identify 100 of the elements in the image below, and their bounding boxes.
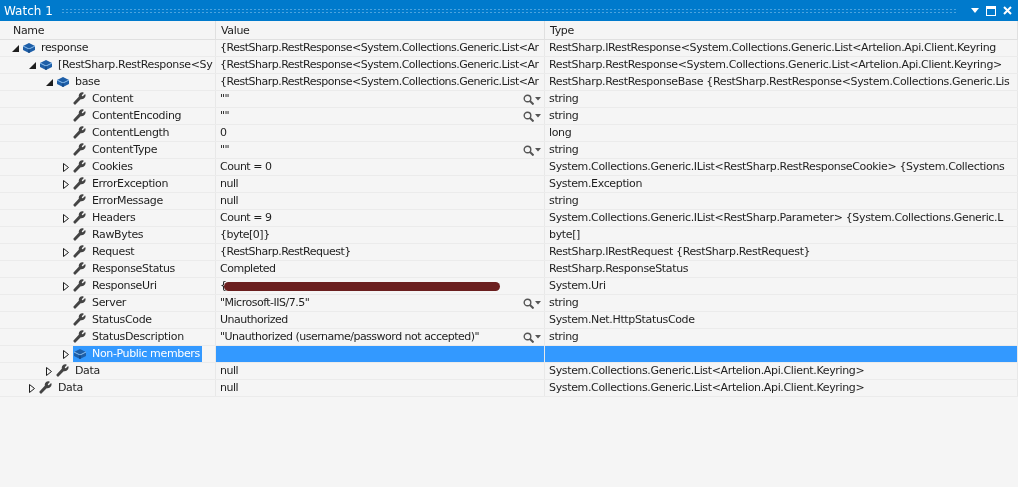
- wrench-icon: [73, 125, 89, 141]
- watch-row[interactable]: RawBytes {byte[0]} byte[]: [0, 227, 1018, 244]
- wrench-icon: [73, 91, 89, 107]
- variable-value: Completed: [220, 261, 276, 277]
- variable-type: long: [549, 125, 572, 141]
- variable-name: Cookies: [92, 159, 133, 175]
- column-header[interactable]: Type: [545, 21, 1018, 40]
- watch-row[interactable]: Request {RestSharp.RestRequest} RestSharp.IRestRequest {RestSharp.RestRequest}: [0, 244, 1018, 261]
- cube-icon: [56, 74, 72, 90]
- cube-icon: [39, 57, 55, 73]
- variable-value: "": [220, 91, 230, 107]
- wrench-icon: [73, 278, 89, 294]
- variable-name: RawBytes: [92, 227, 144, 243]
- search-icon: [523, 110, 534, 122]
- variable-name: Request: [92, 244, 135, 260]
- column-header[interactable]: Value: [216, 21, 545, 40]
- variable-name: StatusDescription: [92, 329, 184, 345]
- window-title: Watch 1: [4, 2, 53, 20]
- watch-row[interactable]: base {RestSharp.RestResponse<System.Collections.Generic.List<Ar RestSharp.RestResponseBase {RestSharp.RestResponse<System.Collections.Generic.Lis: [0, 74, 1018, 91]
- search-icon: [523, 93, 534, 105]
- variable-name: Data: [75, 363, 100, 379]
- wrench-icon: [73, 261, 89, 277]
- variable-type: System.Collections.Generic.List<Artelion.Api.Client.Keyring>: [549, 380, 865, 396]
- variable-name: ContentLength: [92, 125, 170, 141]
- variable-type: System.Collections.Generic.IList<RestSharp.RestResponseCookie> {System.Collections: [549, 159, 1005, 175]
- visualizer-button[interactable]: [523, 93, 541, 105]
- watch-row[interactable]: Data null System.Collections.Generic.List<Artelion.Api.Client.Keyring>: [0, 363, 1018, 380]
- wrench-icon: [39, 380, 55, 396]
- variable-name: response: [41, 40, 89, 56]
- watch-row[interactable]: StatusCode Unauthorized System.Net.HttpStatusCode: [0, 312, 1018, 329]
- wrench-icon: [73, 210, 89, 226]
- variable-type: string: [549, 329, 579, 345]
- watch-row[interactable]: ErrorMessage null string: [0, 193, 1018, 210]
- variable-value: "Unauthorized (username/password not accepted)": [220, 329, 480, 345]
- caret-icon: [535, 114, 541, 118]
- watch-row[interactable]: Cookies Count = 0 System.Collections.Generic.IList<RestSharp.RestResponseCookie> {System.Collections: [0, 159, 1018, 176]
- close-icon: [1002, 6, 1012, 15]
- wrench-icon: [73, 227, 89, 243]
- column-header[interactable]: Name: [0, 21, 216, 40]
- watch-row[interactable]: [RestSharp.RestResponse<Sy {RestSharp.RestResponse<System.Collections.Generic.List<Ar RestSharp.RestResponse<System.Collections.Generic.List<Artelion.Api.Client.Keyring>: [0, 57, 1018, 74]
- variable-type: System.Collections.Generic.List<Artelion.Api.Client.Keyring>: [549, 363, 865, 379]
- variable-name: ContentType: [92, 142, 158, 158]
- wrench-icon: [73, 329, 89, 345]
- watch-row[interactable]: ResponseUri { System.Uri: [0, 278, 1018, 295]
- variable-name: ContentEncoding: [92, 108, 182, 124]
- variable-type: System.Net.HttpStatusCode: [549, 312, 695, 328]
- variable-type: RestSharp.ResponseStatus: [549, 261, 689, 277]
- variable-name: Content: [92, 91, 134, 107]
- wrench-icon: [73, 159, 89, 175]
- caret-icon: [535, 97, 541, 101]
- variable-value: {: [220, 278, 227, 294]
- cube-icon: [73, 346, 89, 362]
- variable-type: string: [549, 193, 579, 209]
- variable-type: RestSharp.IRestRequest {RestSharp.RestRequest}: [549, 244, 811, 260]
- variable-value: Count = 0: [220, 159, 272, 175]
- variable-type: string: [549, 295, 579, 311]
- variable-value: {byte[0]}: [220, 227, 270, 243]
- visualizer-button[interactable]: [523, 110, 541, 122]
- variable-name: ErrorMessage: [92, 193, 163, 209]
- variable-name: [RestSharp.RestResponse<Sy: [58, 57, 213, 73]
- variable-value: "": [220, 142, 230, 158]
- wrench-icon: [56, 363, 72, 379]
- wrench-icon: [73, 193, 89, 209]
- variable-value: {RestSharp.RestResponse<System.Collections.Generic.List<Ar: [220, 40, 539, 56]
- watch-row[interactable]: ErrorException null System.Exception: [0, 176, 1018, 193]
- watch-row[interactable]: response {RestSharp.RestResponse<System.Collections.Generic.List<Ar RestSharp.IRestResponse<System.Collections.Generic.List<Artelion.Api.Client.Keyring: [0, 40, 1018, 57]
- variable-value: "Microsoft-IIS/7.5": [220, 295, 310, 311]
- visualizer-button[interactable]: [523, 144, 541, 156]
- variable-value: {RestSharp.RestResponse<System.Collections.Generic.List<Ar: [220, 57, 539, 73]
- watch-row[interactable]: ContentLength 0 long: [0, 125, 1018, 142]
- variable-value: {RestSharp.RestResponse<System.Collections.Generic.List<Ar: [220, 74, 539, 90]
- search-icon: [523, 297, 534, 309]
- watch-row[interactable]: Data null System.Collections.Generic.List<Artelion.Api.Client.Keyring>: [0, 380, 1018, 397]
- watch-row[interactable]: ContentEncoding "" string: [0, 108, 1018, 125]
- cube-icon: [22, 40, 38, 56]
- variable-type: System.Exception: [549, 176, 643, 192]
- visualizer-button[interactable]: [523, 297, 541, 309]
- wrench-icon: [73, 176, 89, 192]
- variable-type: System.Uri: [549, 278, 606, 294]
- search-icon: [523, 144, 534, 156]
- watch-row[interactable]: ResponseStatus Completed RestSharp.ResponseStatus: [0, 261, 1018, 278]
- variable-value: Count = 9: [220, 210, 272, 226]
- variable-name: base: [75, 74, 100, 90]
- watch-row[interactable]: Content "" string: [0, 91, 1018, 108]
- maximize-icon: [986, 5, 996, 16]
- variable-type: System.Collections.Generic.IList<RestSharp.Parameter> {System.Collections.Generic.L: [549, 210, 1003, 226]
- watch-row[interactable]: ContentType "" string: [0, 142, 1018, 159]
- wrench-icon: [73, 295, 89, 311]
- variable-type: string: [549, 91, 579, 107]
- variable-value: "": [220, 108, 230, 124]
- variable-value: null: [220, 380, 239, 396]
- caret-icon: [535, 301, 541, 305]
- wrench-icon: [73, 142, 89, 158]
- visualizer-button[interactable]: [523, 331, 541, 343]
- variable-type: RestSharp.RestResponse<System.Collections.Generic.List<Artelion.Api.Client.Keyring>: [549, 57, 1002, 73]
- watch-row[interactable]: Headers Count = 9 System.Collections.Generic.IList<RestSharp.Parameter> {System.Collections.Generic.L: [0, 210, 1018, 227]
- watch-row[interactable]: Server "Microsoft-IIS/7.5" string: [0, 295, 1018, 312]
- caret-icon: [535, 335, 541, 339]
- variable-value: {RestSharp.RestRequest}: [220, 244, 351, 260]
- caret-icon: [971, 8, 979, 13]
